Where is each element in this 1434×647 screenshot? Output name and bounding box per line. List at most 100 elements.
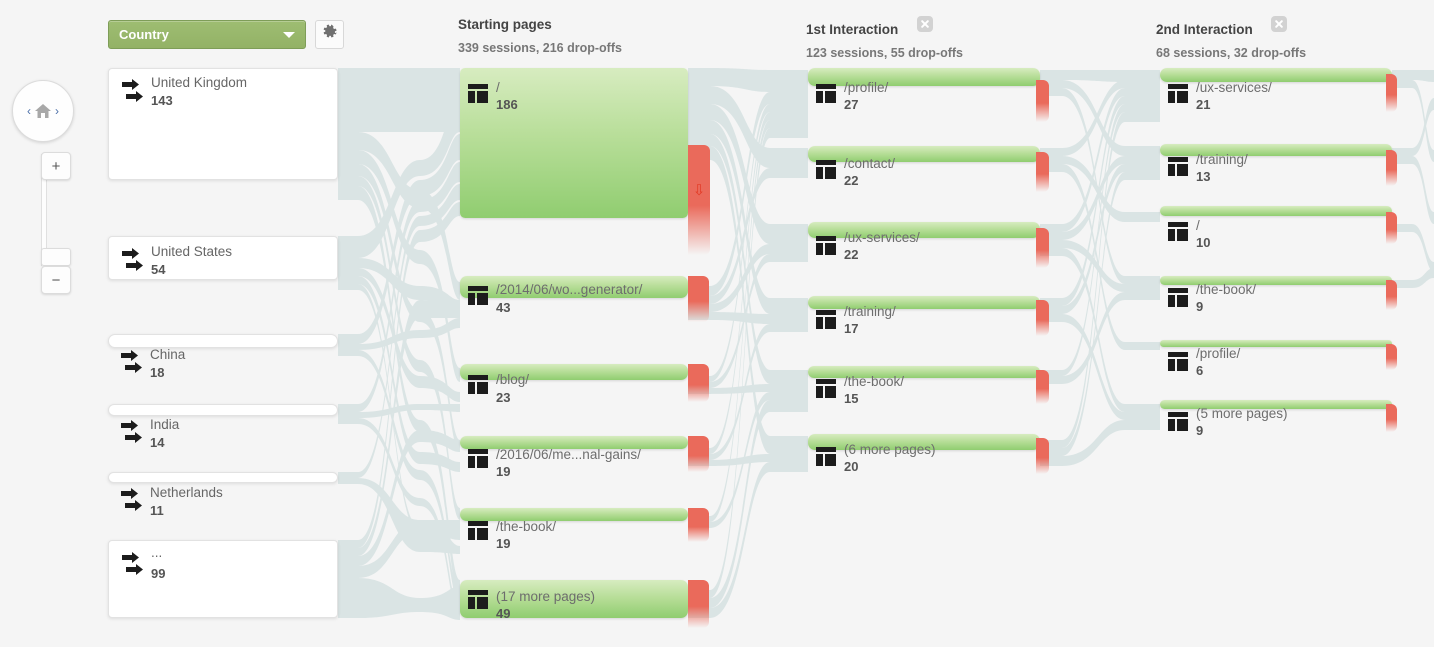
- dimension-node-value: 14: [150, 435, 165, 450]
- page-icon: [468, 286, 488, 305]
- dimension-node[interactable]: ... 99: [108, 540, 338, 618]
- page-node[interactable]: [460, 364, 688, 380]
- dimension-node[interactable]: United Kingdom 143: [108, 68, 338, 180]
- page-node[interactable]: [1160, 144, 1392, 156]
- chevron-down-icon: [283, 31, 295, 38]
- zoom-slider-handle[interactable]: [41, 248, 71, 266]
- page-icon: [468, 521, 488, 540]
- page-icon: [1168, 157, 1188, 176]
- page-node[interactable]: [808, 68, 1040, 86]
- page-icon: [468, 449, 488, 468]
- drop-off-bar: ⇩: [688, 145, 710, 255]
- close-icon[interactable]: [916, 16, 933, 32]
- page-node[interactable]: [460, 68, 688, 218]
- column-title: 2nd Interaction: [1156, 22, 1253, 37]
- page-icon: [816, 160, 836, 179]
- page-node-value: 23: [496, 390, 511, 405]
- page-node-label: /2014/06/wo...generator/: [496, 282, 643, 297]
- traffic-arrows-icon: [120, 550, 146, 576]
- page-node-label: /: [1196, 218, 1200, 233]
- page-node-label: /profile/: [844, 80, 889, 95]
- page-node-label: /training/: [844, 304, 896, 319]
- column-subtitle: 339 sessions, 216 drop-offs: [458, 41, 622, 55]
- drop-off-bar: [1386, 150, 1397, 186]
- column-title: Starting pages: [458, 17, 552, 32]
- page-node-value: 27: [844, 97, 859, 112]
- page-node-label: /ux-services/: [1196, 80, 1272, 95]
- drop-off-bar: [1386, 212, 1397, 244]
- page-node-label: (6 more pages): [844, 442, 936, 457]
- dimension-node[interactable]: United States 54: [108, 236, 338, 280]
- drop-off-bar: [1036, 438, 1049, 474]
- page-node-value: 22: [844, 247, 859, 262]
- page-node-value: 10: [1196, 235, 1211, 250]
- drop-off-arrow-icon: ⇩: [692, 182, 706, 199]
- page-node-value: 13: [1196, 169, 1211, 184]
- page-node-label: /training/: [1196, 152, 1248, 167]
- page-node[interactable]: [1160, 340, 1392, 347]
- drop-off-bar: [688, 276, 709, 322]
- map-navigation-widget[interactable]: ‹ › + −: [12, 80, 74, 294]
- drop-off-bar: [1036, 370, 1049, 404]
- dimension-selector[interactable]: Country: [108, 20, 306, 49]
- page-node[interactable]: [808, 146, 1040, 162]
- page-node-value: 9: [1196, 299, 1204, 314]
- drop-off-bar: [1386, 404, 1397, 432]
- behavior-flow-canvas[interactable]: ‹ › + − Country Starting pages 339 sessi…: [0, 0, 1434, 647]
- drop-off-bar: [1036, 152, 1049, 192]
- traffic-arrows-icon: [120, 77, 146, 103]
- page-node[interactable]: [460, 508, 688, 521]
- zoom-out-button[interactable]: −: [41, 266, 71, 294]
- page-node-label: /blog/: [496, 372, 530, 387]
- page-node-label: (17 more pages): [496, 589, 596, 604]
- home-reset-button[interactable]: ‹ ›: [12, 80, 74, 142]
- settings-button[interactable]: [315, 20, 344, 49]
- dimension-node[interactable]: [108, 334, 338, 348]
- traffic-arrows-icon: [119, 418, 145, 444]
- page-icon: [816, 447, 836, 466]
- page-node-value: 186: [496, 97, 518, 112]
- dimension-node-label: United Kingdom: [151, 75, 248, 90]
- page-icon: [816, 379, 836, 398]
- gear-icon: [322, 24, 338, 45]
- dimension-node-value: 99: [151, 566, 166, 581]
- drop-off-bar: [1036, 228, 1049, 268]
- page-node-value: 49: [496, 606, 511, 621]
- dimension-node-label: ...: [151, 545, 163, 560]
- dimension-node-value: 143: [151, 93, 173, 108]
- drop-off-bar: [1386, 280, 1397, 310]
- dimension-node-value: 11: [150, 503, 164, 518]
- page-node[interactable]: [1160, 276, 1392, 285]
- close-icon[interactable]: [1271, 16, 1288, 32]
- page-icon: [1168, 412, 1188, 431]
- page-node[interactable]: [1160, 206, 1392, 216]
- page-icon: [1168, 352, 1188, 371]
- pan-left-button[interactable]: ‹: [25, 105, 33, 117]
- drop-off-bar: [1036, 80, 1049, 122]
- dimension-node-label: China: [150, 347, 186, 362]
- dimension-node[interactable]: [108, 472, 338, 483]
- traffic-arrows-icon: [119, 486, 145, 512]
- zoom-in-button[interactable]: +: [41, 152, 71, 180]
- page-node[interactable]: [808, 366, 1040, 378]
- page-node[interactable]: [808, 222, 1040, 238]
- pan-right-button[interactable]: ›: [53, 105, 61, 117]
- page-icon: [1168, 84, 1188, 103]
- dimension-node[interactable]: [108, 404, 338, 416]
- home-icon: [34, 103, 52, 119]
- page-node[interactable]: [1160, 68, 1392, 82]
- dimension-node-label: United States: [151, 244, 233, 259]
- page-icon: [468, 375, 488, 394]
- page-node-value: 43: [496, 300, 511, 315]
- drop-off-bar: [1036, 300, 1049, 336]
- page-icon: [1168, 222, 1188, 241]
- page-node[interactable]: [808, 296, 1040, 309]
- page-node-value: 17: [844, 321, 859, 336]
- page-node-value: 19: [496, 464, 511, 479]
- page-node-label: /the-book/: [1196, 282, 1257, 297]
- page-node-value: 19: [496, 536, 511, 551]
- page-icon: [816, 310, 836, 329]
- drop-off-bar: [1386, 344, 1397, 370]
- page-node-value: 6: [1196, 363, 1204, 378]
- page-node-label: (5 more pages): [1196, 406, 1288, 421]
